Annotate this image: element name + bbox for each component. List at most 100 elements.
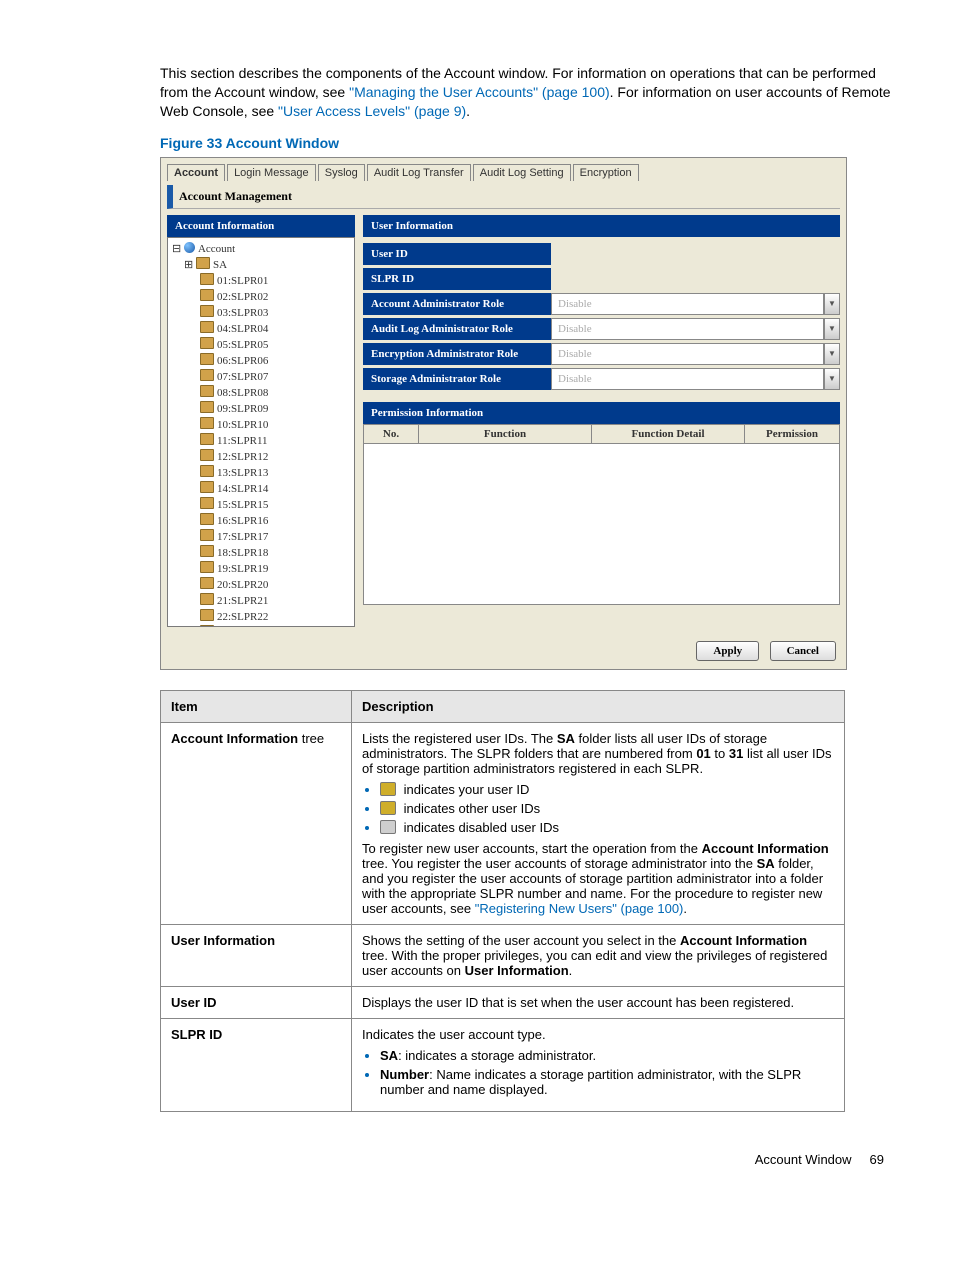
folder-icon [200, 577, 214, 589]
chevron-down-icon[interactable]: ▼ [824, 368, 840, 390]
permission-table: No. Function Function Detail Permission [363, 424, 840, 444]
tree-item[interactable]: 17:SLPR17 [170, 529, 352, 545]
select-account-admin-role[interactable]: Disable [551, 293, 824, 315]
select-storage-admin-role[interactable]: Disable [551, 368, 824, 390]
select-encryption-admin-role[interactable]: Disable [551, 343, 824, 365]
folder-icon [200, 449, 214, 461]
folder-icon [200, 337, 214, 349]
user-information-header: User Information [363, 215, 840, 237]
folder-icon [200, 417, 214, 429]
tree-item[interactable]: 23:SLPR23 [170, 625, 352, 627]
folder-icon [200, 529, 214, 541]
folder-icon [200, 369, 214, 381]
desc-user-information: Shows the setting of the user account yo… [352, 924, 845, 986]
tree-item[interactable]: 15:SLPR15 [170, 497, 352, 513]
tree-item[interactable]: 06:SLPR06 [170, 353, 352, 369]
folder-icon [200, 321, 214, 333]
description-table: Item Description Account Information tre… [160, 690, 845, 1112]
value-slpr-id [551, 274, 840, 284]
page-number: 69 [870, 1152, 884, 1167]
col-description: Description [352, 690, 845, 722]
item-slpr-id: SLPR ID [161, 1018, 352, 1111]
tree-item[interactable]: 02:SLPR02 [170, 289, 352, 305]
item-user-information: User Information [161, 924, 352, 986]
folder-icon [200, 593, 214, 605]
page-footer: Account Window69 [160, 1152, 894, 1167]
panel-title: Account Management [167, 185, 840, 209]
link-user-access-levels[interactable]: "User Access Levels" (page 9) [278, 103, 466, 119]
label-account-admin-role: Account Administrator Role [363, 293, 551, 315]
globe-icon [184, 242, 195, 253]
tree-item[interactable]: 13:SLPR13 [170, 465, 352, 481]
tree-item[interactable]: 21:SLPR21 [170, 593, 352, 609]
desc-account-information-tree: Lists the registered user IDs. The SA fo… [352, 722, 845, 924]
tree-item[interactable]: 07:SLPR07 [170, 369, 352, 385]
tree-item[interactable]: 22:SLPR22 [170, 609, 352, 625]
folder-icon [200, 401, 214, 413]
tree-item[interactable]: 18:SLPR18 [170, 545, 352, 561]
chevron-down-icon[interactable]: ▼ [824, 293, 840, 315]
col-no: No. [364, 424, 419, 443]
permission-table-body [363, 444, 840, 605]
tree-item[interactable]: 10:SLPR10 [170, 417, 352, 433]
folder-icon [200, 289, 214, 301]
tree-item[interactable]: 05:SLPR05 [170, 337, 352, 353]
folder-icon [200, 305, 214, 317]
label-user-id: User ID [363, 243, 551, 265]
tree-item[interactable]: 16:SLPR16 [170, 513, 352, 529]
col-item: Item [161, 690, 352, 722]
intro-paragraph: This section describes the components of… [160, 64, 894, 121]
link-registering-new-users[interactable]: "Registering New Users" (page 100) [475, 901, 684, 916]
tree-item[interactable]: 03:SLPR03 [170, 305, 352, 321]
tree-item[interactable]: 19:SLPR19 [170, 561, 352, 577]
tree-item[interactable]: 04:SLPR04 [170, 321, 352, 337]
label-audit-admin-role: Audit Log Administrator Role [363, 318, 551, 340]
folder-icon [200, 385, 214, 397]
label-storage-admin-role: Storage Administrator Role [363, 368, 551, 390]
folder-icon [200, 433, 214, 445]
permission-information-header: Permission Information [363, 402, 840, 424]
folder-icon [200, 561, 214, 573]
tree-item[interactable]: 14:SLPR14 [170, 481, 352, 497]
folder-icon [200, 545, 214, 557]
tab-account[interactable]: Account [167, 164, 225, 181]
account-tree[interactable]: ⊟ Account ⊞ SA 01:SLPR01 02:SLPR02 03:SL… [167, 237, 355, 627]
tree-item[interactable]: 11:SLPR11 [170, 433, 352, 449]
tree-sa-folder[interactable]: ⊞ SA [170, 257, 352, 273]
folder-icon [200, 353, 214, 365]
label-slpr-id: SLPR ID [363, 268, 551, 290]
item-user-id: User ID [161, 986, 352, 1018]
apply-button[interactable]: Apply [696, 641, 759, 661]
tree-item[interactable]: 09:SLPR09 [170, 401, 352, 417]
folder-icon [200, 609, 214, 621]
col-function: Function [419, 424, 592, 443]
col-function-detail: Function Detail [592, 424, 745, 443]
chevron-down-icon[interactable]: ▼ [824, 343, 840, 365]
label-encryption-admin-role: Encryption Administrator Role [363, 343, 551, 365]
link-managing-user-accounts[interactable]: "Managing the User Accounts" (page 100) [349, 84, 610, 100]
folder-icon [200, 513, 214, 525]
tab-audit-log-transfer[interactable]: Audit Log Transfer [367, 164, 471, 181]
desc-slpr-id: Indicates the user account type. SA: ind… [352, 1018, 845, 1111]
tree-item[interactable]: 20:SLPR20 [170, 577, 352, 593]
col-permission: Permission [745, 424, 840, 443]
folder-icon [200, 465, 214, 477]
tree-root[interactable]: ⊟ Account [170, 242, 352, 257]
tab-login-message[interactable]: Login Message [227, 164, 316, 181]
tab-audit-log-setting[interactable]: Audit Log Setting [473, 164, 571, 181]
cancel-button[interactable]: Cancel [770, 641, 836, 661]
tree-item[interactable]: 12:SLPR12 [170, 449, 352, 465]
tree-item[interactable]: 08:SLPR08 [170, 385, 352, 401]
folder-icon [200, 497, 214, 509]
tab-syslog[interactable]: Syslog [318, 164, 365, 181]
tab-encryption[interactable]: Encryption [573, 164, 639, 181]
tree-item[interactable]: 01:SLPR01 [170, 273, 352, 289]
figure-caption: Figure 33 Account Window [160, 135, 894, 151]
tab-bar: Account Login Message Syslog Audit Log T… [161, 158, 846, 181]
account-information-header: Account Information [167, 215, 355, 237]
select-audit-admin-role[interactable]: Disable [551, 318, 824, 340]
chevron-down-icon[interactable]: ▼ [824, 318, 840, 340]
folder-icon [200, 481, 214, 493]
value-user-id [551, 249, 840, 259]
account-window-screenshot: Account Login Message Syslog Audit Log T… [160, 157, 847, 670]
